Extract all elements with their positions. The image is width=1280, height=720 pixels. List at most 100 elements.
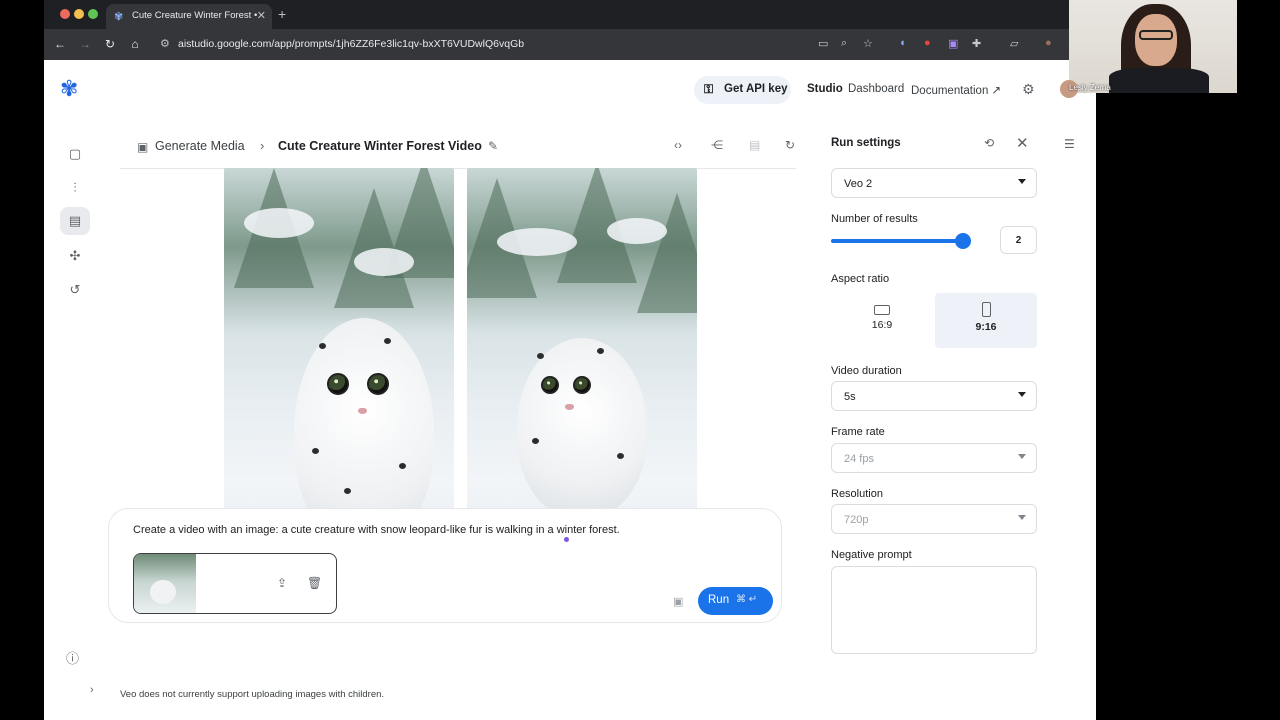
get-api-key-label: Get API key [724,83,788,95]
install-icon[interactable]: ▭ [818,37,828,50]
stream-audio-icon[interactable]: ⫶ [66,179,84,197]
tab-bar: ✾ Cute Creature Winter Forest • ✕ + [44,0,1096,29]
new-chat-icon[interactable]: ▢ [66,145,84,163]
run-label: Run [708,594,730,606]
chevron-right-icon: › [260,138,265,153]
back-icon[interactable]: ← [53,37,67,51]
page-title: Cute Creature Winter Forest Video [278,139,482,153]
tab-title: Cute Creature Winter Forest • [132,10,258,21]
results-slider[interactable] [831,239,961,243]
results-input[interactable]: 2 [1000,226,1037,254]
negative-prompt-input[interactable] [831,566,1037,654]
close-window-button[interactable] [60,9,70,19]
aspect-option-label: 9:16 [975,321,997,333]
resolution-value: 720p [844,514,869,526]
breadcrumb-parent[interactable]: Generate Media [155,139,245,153]
extension-icon[interactable]: ◖ [899,37,906,49]
uploaded-image-card[interactable]: ⇪ 🗑︎ [133,553,337,614]
ai-studio-app: ✾ ⚿ Get API key Studio Dashboard Documen… [44,60,1096,720]
add-image-icon[interactable]: ▣ [673,595,683,608]
upload-icon[interactable]: ⇪ [277,576,287,590]
aspect-option-label: 16:9 [871,319,893,331]
build-apps-icon[interactable]: ✣ [66,247,84,265]
aspect-option-16-9[interactable]: 16:9 [831,293,933,348]
zoom-icon[interactable]: ⌕ [841,37,847,50]
new-tab-icon[interactable]: + [278,6,286,22]
delete-icon[interactable]: 🗑︎ [307,576,322,590]
run-settings-panel: Run settings ⟲ ✕ Veo 2 Number of results… [819,118,1045,720]
get-api-key-button[interactable]: ⚿ Get API key [694,76,791,104]
video-result-2[interactable]: ⏵ 👍︎ 👎︎ ⛶ ⤓ ⌂ [467,168,697,562]
nav-dashboard[interactable]: Dashboard [848,83,904,95]
tune-settings-icon[interactable]: ☰ [1064,137,1075,151]
duration-value: 5s [844,391,856,403]
nav-documentation[interactable]: Documentation ↗ [911,83,1001,97]
prompt-input[interactable]: Create a video with an image: a cute cre… [133,524,620,536]
maximize-window-button[interactable] [88,9,98,19]
nav-studio[interactable]: Studio [807,83,843,95]
site-settings-icon[interactable]: ⚙ [160,37,170,50]
close-icon[interactable]: ✕ [1016,134,1029,152]
frame-rate-select[interactable]: 24 fps [831,443,1037,473]
extension-record-icon[interactable]: ● [924,37,931,49]
results-slider-handle[interactable] [955,233,971,249]
browser-tab[interactable]: ✾ Cute Creature Winter Forest • ✕ [106,4,272,29]
aspect-option-9-16[interactable]: 9:16 [935,293,1037,348]
prompt-input-box[interactable]: Create a video with an image: a cute cre… [108,508,782,623]
expand-sidebar-icon[interactable]: › [90,684,94,696]
webcam-overlay [1069,0,1237,93]
landscape-icon [874,305,890,315]
video-result-1[interactable]: ⏵ 👍︎ 👎︎ ⛶ ⤓ ⌂ [224,168,454,562]
webcam-name-label: Lesly Zerna [1069,83,1111,92]
refresh-icon[interactable]: ↻ [785,138,795,152]
url-text: aistudio.google.com/app/prompts/1jh6ZZ6F… [178,38,525,50]
portrait-icon [981,302,991,317]
home-icon[interactable]: ⌂ [128,37,142,51]
address-bar[interactable]: ⚙ aistudio.google.com/app/prompts/1jh6ZZ… [154,33,1054,56]
extension-purple-icon[interactable]: ▣ [948,37,958,50]
code-icon[interactable]: ‹› [674,138,682,152]
typing-cursor [564,537,569,542]
close-tab-icon[interactable]: ✕ [257,9,266,22]
upload-notice: Veo does not currently support uploading… [120,689,385,700]
extensions-puzzle-icon[interactable]: ✚ [972,37,981,50]
model-select[interactable]: Veo 2 [831,168,1037,198]
model-value: Veo 2 [844,178,873,190]
bookmark-star-icon[interactable]: ☆ [863,37,873,50]
history-icon[interactable]: ↺ [66,281,84,299]
chevron-down-icon [1018,454,1026,459]
uploaded-image-thumbnail [134,554,196,613]
cast-icon[interactable]: ▱ [1010,37,1018,50]
run-settings-title: Run settings [831,137,901,149]
forward-icon[interactable]: → [78,37,92,51]
minimize-window-button[interactable] [74,9,84,19]
reset-settings-icon[interactable]: ⟲ [984,136,994,150]
main-panel: ▣ Generate Media › Cute Creature Winter … [104,118,836,720]
duration-label: Video duration [831,365,902,377]
settings-gear-icon[interactable]: ⚙ [1022,81,1035,98]
ai-studio-logo-icon[interactable]: ✾ [60,78,78,100]
run-shortcut: ⌘ ↵ [736,594,758,605]
duration-select[interactable]: 5s [831,381,1037,411]
browser-window: ✾ Cute Creature Winter Forest • ✕ + ← → … [44,0,1096,720]
share-icon[interactable]: ⋲ [711,138,723,152]
profile-avatar[interactable]: ● [1045,37,1052,49]
frame-rate-value: 24 fps [844,453,874,465]
info-icon[interactable]: ⓘ [66,648,79,667]
key-icon: ⚿ [704,82,714,96]
chevron-down-icon [1018,179,1026,184]
save-icon[interactable]: ▤ [749,138,760,152]
resolution-select[interactable]: 720p [831,504,1037,534]
generate-media-icon[interactable]: ▤ [66,212,84,230]
chevron-down-icon [1018,392,1026,397]
aspect-ratio-label: Aspect ratio [831,273,890,285]
butterfly-icon: ✾ [114,11,124,23]
edit-pencil-icon[interactable]: ✎ [488,139,498,153]
resolution-label: Resolution [831,488,883,500]
reload-icon[interactable]: ↻ [103,37,117,51]
media-icon: ▣ [137,140,149,154]
run-button[interactable]: Run ⌘ ↵ [698,587,773,615]
results-label: Number of results [831,213,918,225]
negative-prompt-label: Negative prompt [831,549,912,561]
frame-rate-label: Frame rate [831,426,885,438]
